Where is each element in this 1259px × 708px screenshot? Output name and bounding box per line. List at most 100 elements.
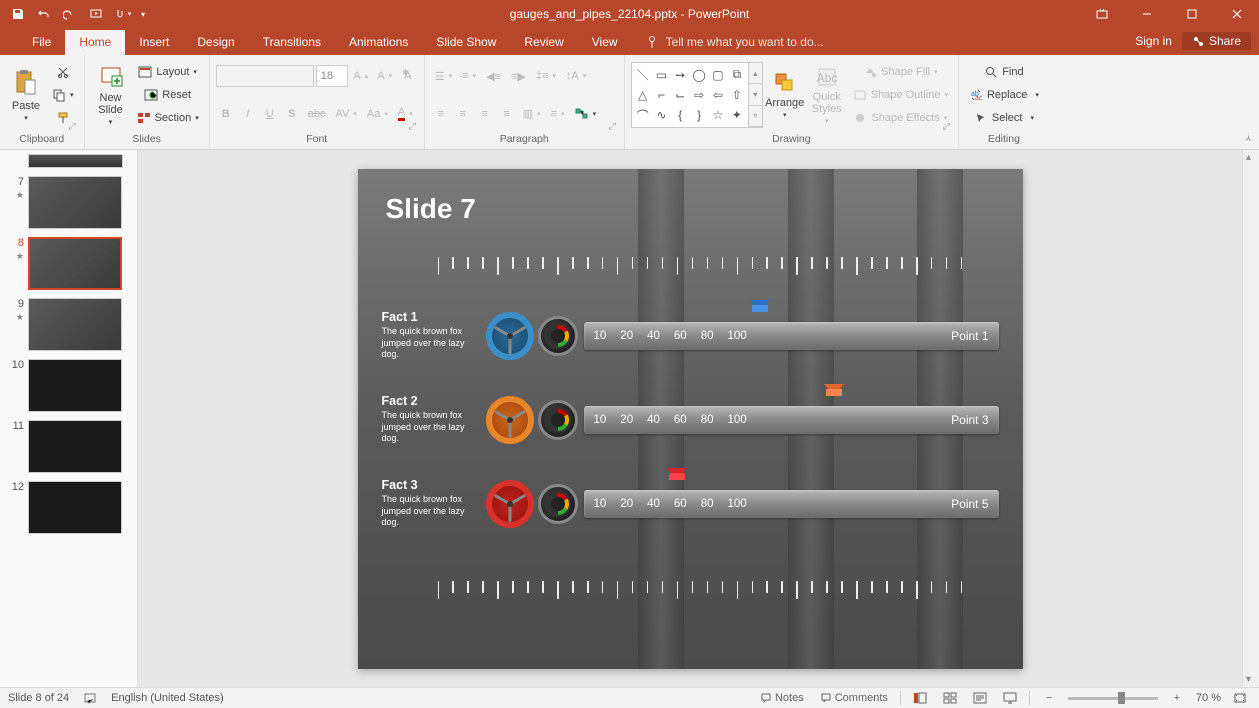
notes-button[interactable]: Notes <box>756 689 808 707</box>
bullets-button[interactable]: ☰▾ <box>431 65 456 87</box>
minimize-button[interactable] <box>1124 0 1169 28</box>
shape-textbox-icon[interactable]: ⧉ <box>728 65 746 84</box>
language-indicator[interactable]: English (United States) <box>111 692 224 704</box>
slide[interactable]: Slide 7 Fact 1 The quick brown fox jumpe… <box>358 169 1023 669</box>
columns-button[interactable]: ▥▾ <box>519 103 545 125</box>
font-family-input[interactable] <box>216 65 314 87</box>
slide-counter[interactable]: Slide 8 of 24 <box>8 692 69 704</box>
tell-me-search[interactable]: Tell me what you want to do... <box>632 30 838 55</box>
tab-view[interactable]: View <box>578 30 632 55</box>
tab-review[interactable]: Review <box>510 30 577 55</box>
arrange-button[interactable]: Arrange▾ <box>765 62 805 128</box>
slide-thumbnail[interactable]: 10 <box>0 355 137 416</box>
clipboard-dialog-launcher[interactable]: ⤢ <box>68 121 75 132</box>
shape-arrow-icon[interactable]: ➙ <box>671 65 689 84</box>
slide-thumbnail[interactable]: 11 <box>0 416 137 477</box>
new-slide-button[interactable]: New Slide▾ <box>91 62 131 128</box>
valve-wheel-icon[interactable] <box>486 480 534 528</box>
replace-button[interactable]: abacReplace▾ <box>965 84 1043 106</box>
align-right-button[interactable]: ≡ <box>475 103 495 125</box>
slide-thumbnail[interactable]: 12 <box>0 477 137 538</box>
align-text-button[interactable]: ≡▾ <box>547 103 569 125</box>
shape-brace1-icon[interactable]: { <box>671 106 689 125</box>
cut-button[interactable] <box>48 61 78 83</box>
valve-wheel-icon[interactable] <box>486 396 534 444</box>
copy-button[interactable]: ▾ <box>48 84 78 106</box>
slide-thumbnail[interactable]: 8★ <box>0 233 137 294</box>
shape-elbow-icon[interactable]: ⌐ <box>653 85 671 104</box>
spell-check-icon[interactable] <box>83 691 97 705</box>
slide-thumbnail-panel[interactable]: 7★ 8★ 9★ 10 11 12 <box>0 150 138 687</box>
gauge-bar[interactable]: 1020406080100 Point 1 <box>584 322 999 350</box>
shape-effects-button[interactable]: Shape Effects▾ <box>849 107 952 129</box>
reset-button[interactable]: Reset <box>133 84 203 106</box>
arrow-marker-icon[interactable] <box>750 300 770 312</box>
qat-customize-button[interactable]: ▾ <box>136 2 150 26</box>
clear-formatting-button[interactable]: A✱ <box>398 65 418 87</box>
shape-oval-icon[interactable]: ◯ <box>690 65 708 84</box>
find-button[interactable]: Find <box>965 61 1043 83</box>
section-button[interactable]: Section▾ <box>133 107 203 129</box>
maximize-button[interactable] <box>1169 0 1214 28</box>
shape-callout-icon[interactable]: ✦ <box>728 106 746 125</box>
shape-rect-icon[interactable]: ▭ <box>653 65 671 84</box>
gauge-meter-icon[interactable] <box>538 484 578 524</box>
valve-wheel-icon[interactable] <box>486 312 534 360</box>
shapes-gallery-scroll[interactable]: ▴▾▿ <box>749 62 763 128</box>
share-button[interactable]: Share <box>1182 32 1251 50</box>
slide-thumbnail[interactable]: 9★ <box>0 294 137 355</box>
fact-text[interactable]: Fact 3 The quick brown fox jumped over t… <box>382 478 482 529</box>
gauge-row[interactable]: Fact 2 The quick brown fox jumped over t… <box>382 391 999 449</box>
paragraph-dialog-launcher[interactable]: ⤢ <box>609 121 616 132</box>
shape-brace2-icon[interactable]: } <box>690 106 708 125</box>
smartart-button[interactable]: ▾ <box>571 103 601 125</box>
shape-star-icon[interactable]: ☆ <box>709 106 727 125</box>
shape-outline-button[interactable]: Shape Outline▾ <box>849 84 952 106</box>
gauge-row[interactable]: Fact 3 The quick brown fox jumped over t… <box>382 475 999 533</box>
arrow-marker-icon[interactable] <box>824 384 844 396</box>
increase-indent-button[interactable]: ≡▶ <box>507 65 530 87</box>
zoom-level[interactable]: 70 % <box>1196 692 1221 704</box>
shape-curve2-icon[interactable]: ∿ <box>653 106 671 125</box>
font-size-input[interactable] <box>316 65 348 87</box>
slide-sorter-view-button[interactable] <box>939 689 961 707</box>
gauge-meter-icon[interactable] <box>538 400 578 440</box>
arrow-marker-icon[interactable] <box>667 468 687 480</box>
sign-in-link[interactable]: Sign in <box>1135 34 1172 48</box>
reading-view-button[interactable] <box>969 689 991 707</box>
zoom-out-button[interactable]: − <box>1038 689 1060 707</box>
slide-canvas-area[interactable]: Slide 7 Fact 1 The quick brown fox jumpe… <box>138 150 1242 687</box>
tab-slideshow[interactable]: Slide Show <box>422 30 510 55</box>
redo-button[interactable] <box>58 2 82 26</box>
touch-mouse-mode-button[interactable]: ▾ <box>110 2 134 26</box>
bold-button[interactable]: B <box>216 103 236 125</box>
decrease-indent-button[interactable]: ◀≡ <box>482 65 505 87</box>
layout-button[interactable]: Layout▾ <box>133 61 203 83</box>
shadow-button[interactable]: S <box>282 103 302 125</box>
fact-text[interactable]: Fact 2 The quick brown fox jumped over t… <box>382 394 482 445</box>
gauge-bar[interactable]: 1020406080100 Point 3 <box>584 406 999 434</box>
tab-design[interactable]: Design <box>183 30 248 55</box>
zoom-in-button[interactable]: + <box>1166 689 1188 707</box>
tab-insert[interactable]: Insert <box>125 30 183 55</box>
text-direction-button[interactable]: ↕A▾ <box>562 65 590 87</box>
save-button[interactable] <box>6 2 30 26</box>
align-left-button[interactable]: ≡ <box>431 103 451 125</box>
vertical-scrollbar[interactable] <box>1242 150 1259 687</box>
decrease-font-button[interactable]: A▾ <box>374 65 396 87</box>
tab-file[interactable]: File <box>18 30 65 55</box>
slideshow-view-button[interactable] <box>999 689 1021 707</box>
slide-thumbnail[interactable]: 7★ <box>0 172 137 233</box>
zoom-slider[interactable] <box>1068 697 1158 700</box>
start-from-beginning-button[interactable] <box>84 2 108 26</box>
paste-button[interactable]: Paste▾ <box>6 62 46 128</box>
fit-to-window-button[interactable] <box>1229 689 1251 707</box>
tab-transitions[interactable]: Transitions <box>249 30 335 55</box>
char-spacing-button[interactable]: AV▾ <box>331 103 360 125</box>
align-center-button[interactable]: ≡ <box>453 103 473 125</box>
tab-animations[interactable]: Animations <box>335 30 422 55</box>
increase-font-button[interactable]: A▴ <box>350 65 372 87</box>
gauge-row[interactable]: Fact 1 The quick brown fox jumped over t… <box>382 307 999 365</box>
justify-button[interactable]: ≡ <box>497 103 517 125</box>
shape-elbow2-icon[interactable]: ⌙ <box>671 85 689 104</box>
